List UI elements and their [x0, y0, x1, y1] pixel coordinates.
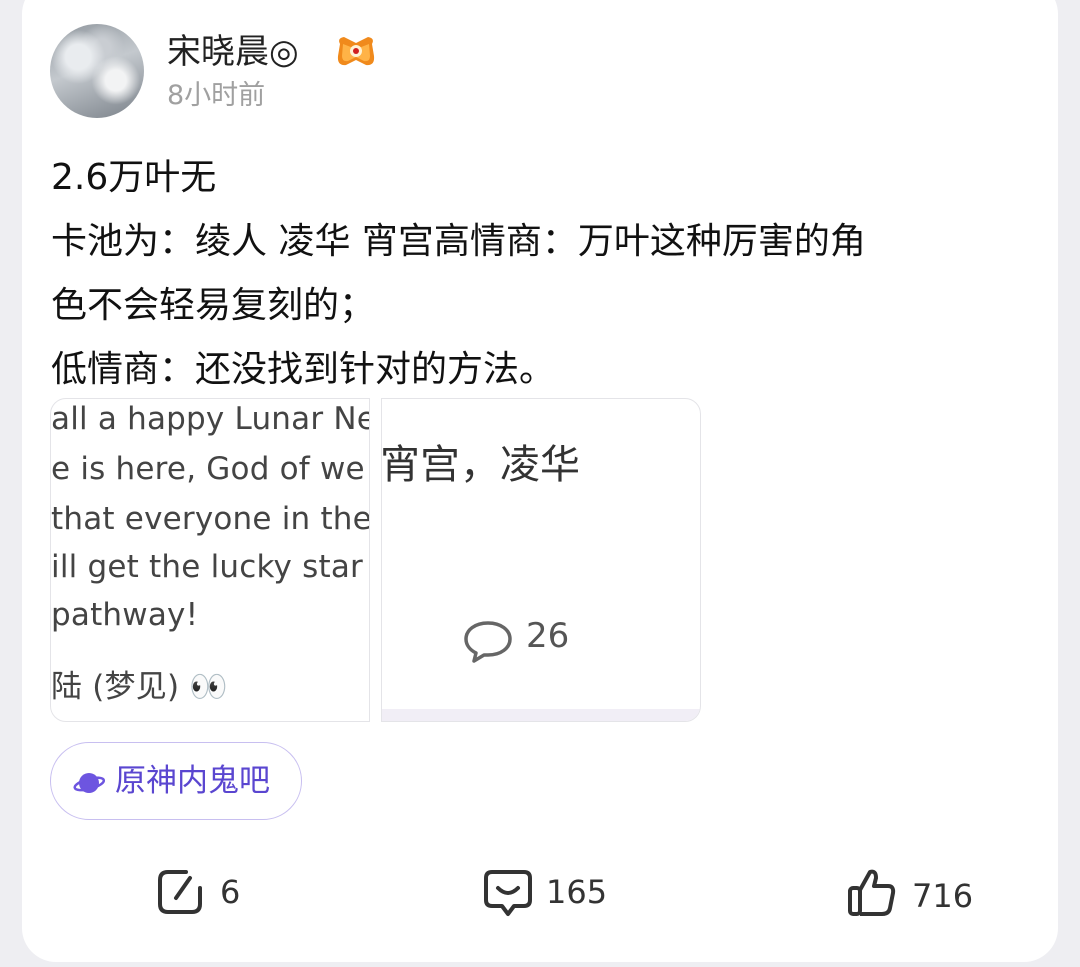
image-title: 宵宫，凌华	[380, 442, 580, 488]
image-comment-count: 26	[526, 616, 570, 656]
image-text-line: ill get the lucky star	[51, 549, 363, 585]
post-content[interactable]: 2.6万叶无 卡池为：绫人 凌华 宵宫高情商：万叶这种厉害的角 色不会轻易复刻的…	[51, 146, 1031, 402]
thumbs-up-icon	[848, 869, 896, 916]
post-image-1[interactable]: all a happy Lunar Ne e is here, God of w…	[50, 398, 370, 722]
topic-tag[interactable]: 原神内鬼吧	[50, 742, 302, 820]
avatar[interactable]	[50, 24, 144, 118]
like-action[interactable]: 716	[846, 866, 976, 922]
share-count: 6	[220, 873, 241, 911]
post-line: 低情商：还没找到针对的方法。	[51, 349, 556, 390]
comment-bubble-icon	[464, 621, 512, 663]
image-text-line: 陆 (梦见) 👀	[51, 669, 229, 705]
image-strip	[382, 709, 700, 721]
like-count: 716	[912, 877, 974, 915]
comment-icon	[484, 870, 532, 916]
image-text-line: that everyone in the	[51, 501, 370, 537]
comment-action[interactable]: 165	[482, 866, 612, 922]
image-text-line: all a happy Lunar Ne	[51, 401, 370, 437]
post-line: 2.6万叶无	[51, 157, 217, 198]
share-icon	[158, 870, 202, 914]
planet-icon	[73, 773, 105, 793]
share-action[interactable]: 6	[156, 866, 256, 922]
image-text-line: e is here, God of we	[51, 451, 365, 487]
topic-label: 原神内鬼吧	[115, 763, 270, 799]
author-name[interactable]: 宋晓晨◎	[167, 30, 299, 74]
comment-count: 165	[546, 873, 608, 911]
post-time: 8小时前	[167, 80, 266, 111]
post-line: 色不会轻易复刻的；	[51, 285, 376, 326]
image-text-line: pathway!	[51, 597, 199, 633]
game-badge-icon	[337, 37, 375, 66]
post-line: 卡池为：绫人 凌华 宵宫高情商：万叶这种厉害的角	[51, 221, 866, 262]
